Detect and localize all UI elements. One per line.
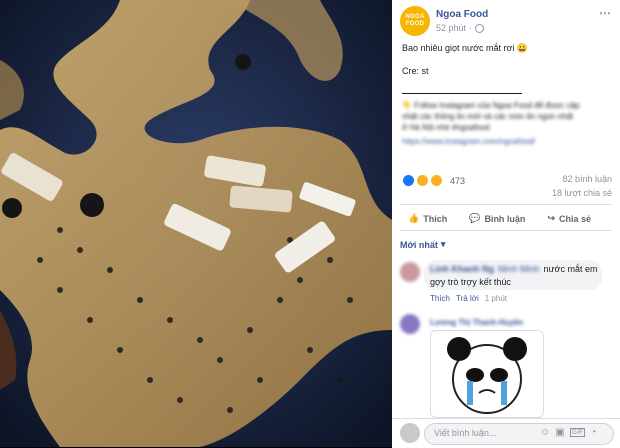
like-button[interactable]: 👍 Thích [408,213,447,224]
sad-reaction-icon [416,174,429,187]
comment-icon: 💬 [469,213,481,223]
comment-reply-link[interactable]: Trả lời [456,294,479,303]
comment-time[interactable]: 1 phút [485,294,507,303]
sticker-icon[interactable]: ◔ [590,427,596,438]
post-text: Bao nhiêu giọt nước mắt rơi 😀 [402,43,529,53]
commenter-avatar-2[interactable] [400,314,420,334]
comments-count[interactable]: 82 bình luận [562,174,612,184]
reactions-count: 473 [450,175,466,186]
emoji-icon[interactable]: ☺ [540,427,550,438]
avatar-text: NGOA FOOD [405,14,425,27]
reactions-summary[interactable]: 473 [402,174,465,187]
shares-count[interactable]: 18 lượt chia sẻ [552,188,612,198]
page-name[interactable]: Ngoa Food [436,9,488,20]
comment-mention[interactable]: Minh Minh [498,264,540,274]
post-photo[interactable] [0,0,392,447]
blurred-text-2: nhật các thông tin mới và các món ăn ngo… [402,112,574,121]
camera-icon[interactable]: ▣ [555,427,564,438]
divider-line [402,93,522,94]
comment-author[interactable]: Linh Khanh Ng [430,264,494,274]
spilled-drinks-image [0,0,392,447]
gif-icon[interactable]: GIF [569,428,586,437]
comment-like-link[interactable]: Thích [430,294,450,303]
like-reaction-icon [402,174,415,187]
post-time[interactable]: 52 phút [436,23,466,33]
comment-button[interactable]: 💬 Bình luận [469,213,525,224]
like-icon: 👍 [408,213,420,223]
globe-icon [475,23,485,33]
share-icon: ↪ [547,213,555,223]
post-panel: NGOA FOOD Ngoa Food 52 phút · ⋯ Bao nhiê… [392,0,620,448]
share-button[interactable]: ↪ Chia sẻ [547,213,591,224]
comment-sticker [430,330,544,418]
post-credit: Cre: st [402,66,429,76]
blurred-text-1: 👇 Follow Instagram của Ngoa Food để được… [402,101,580,110]
more-icon[interactable]: ⋯ [599,6,611,20]
comment-text-line2: gợy trò trợy kết thúc [430,277,511,287]
sort-dropdown[interactable]: Mới nhất ▾ [400,239,445,250]
commenter-avatar[interactable] [400,262,420,282]
comment-text: nước mắt em [543,264,598,274]
user-avatar [400,423,420,443]
haha-reaction-icon [430,174,443,187]
comment-author-2[interactable]: Lương Thị Thanh Huyền [430,318,523,327]
page-avatar[interactable]: NGOA FOOD [400,6,430,36]
instagram-link[interactable]: https://www.instagram.com/ngoafood/ [402,137,535,146]
comment-placeholder: Viết bình luận... [434,428,497,438]
panda-meme-icon [447,337,527,414]
blurred-text-3: ở Hà Nội nhé #ngoafood [402,123,490,132]
chevron-down-icon: ▾ [440,239,446,249]
